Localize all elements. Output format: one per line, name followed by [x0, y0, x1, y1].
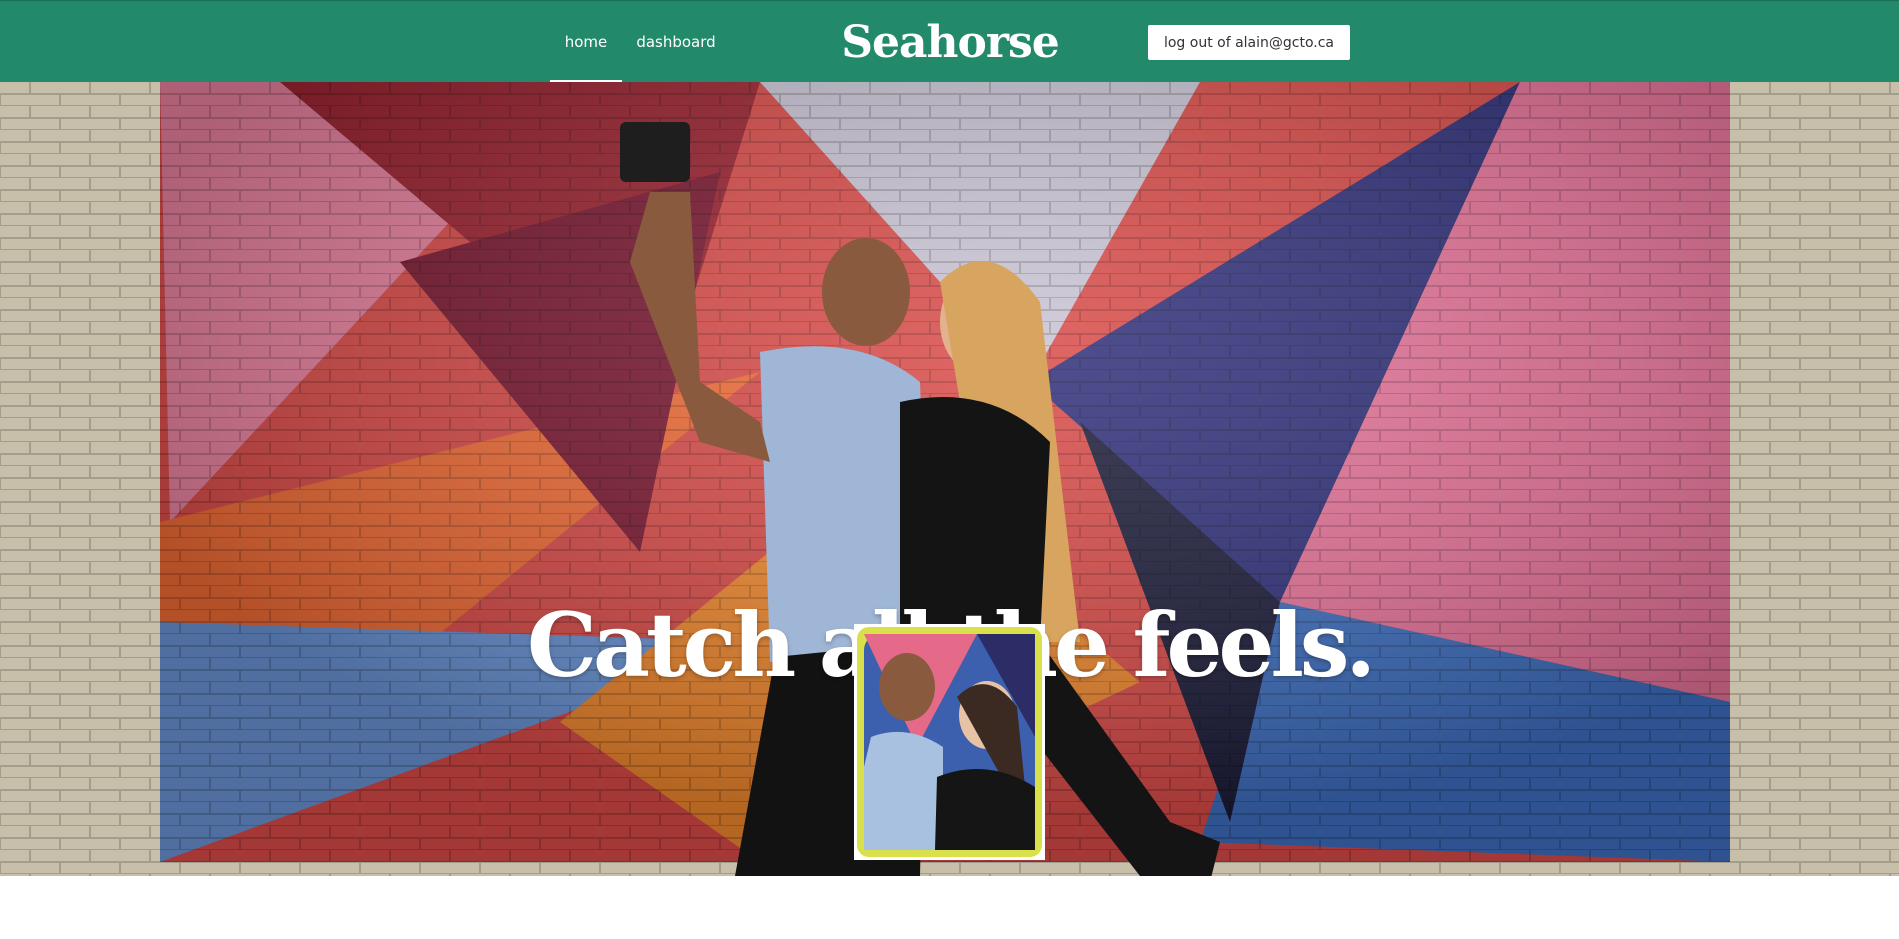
couple-selfie-image: [857, 627, 1042, 857]
profile-photo-card[interactable]: [854, 624, 1045, 860]
logout-button[interactable]: log out of alain@gcto.ca: [1148, 25, 1350, 60]
nav-home-link[interactable]: home: [550, 1, 622, 82]
top-navbar: home dashboard Seahorse log out of alain…: [0, 0, 1899, 82]
nav-dashboard-link[interactable]: dashboard: [632, 1, 720, 82]
brand-logo[interactable]: Seahorse: [800, 9, 1100, 75]
